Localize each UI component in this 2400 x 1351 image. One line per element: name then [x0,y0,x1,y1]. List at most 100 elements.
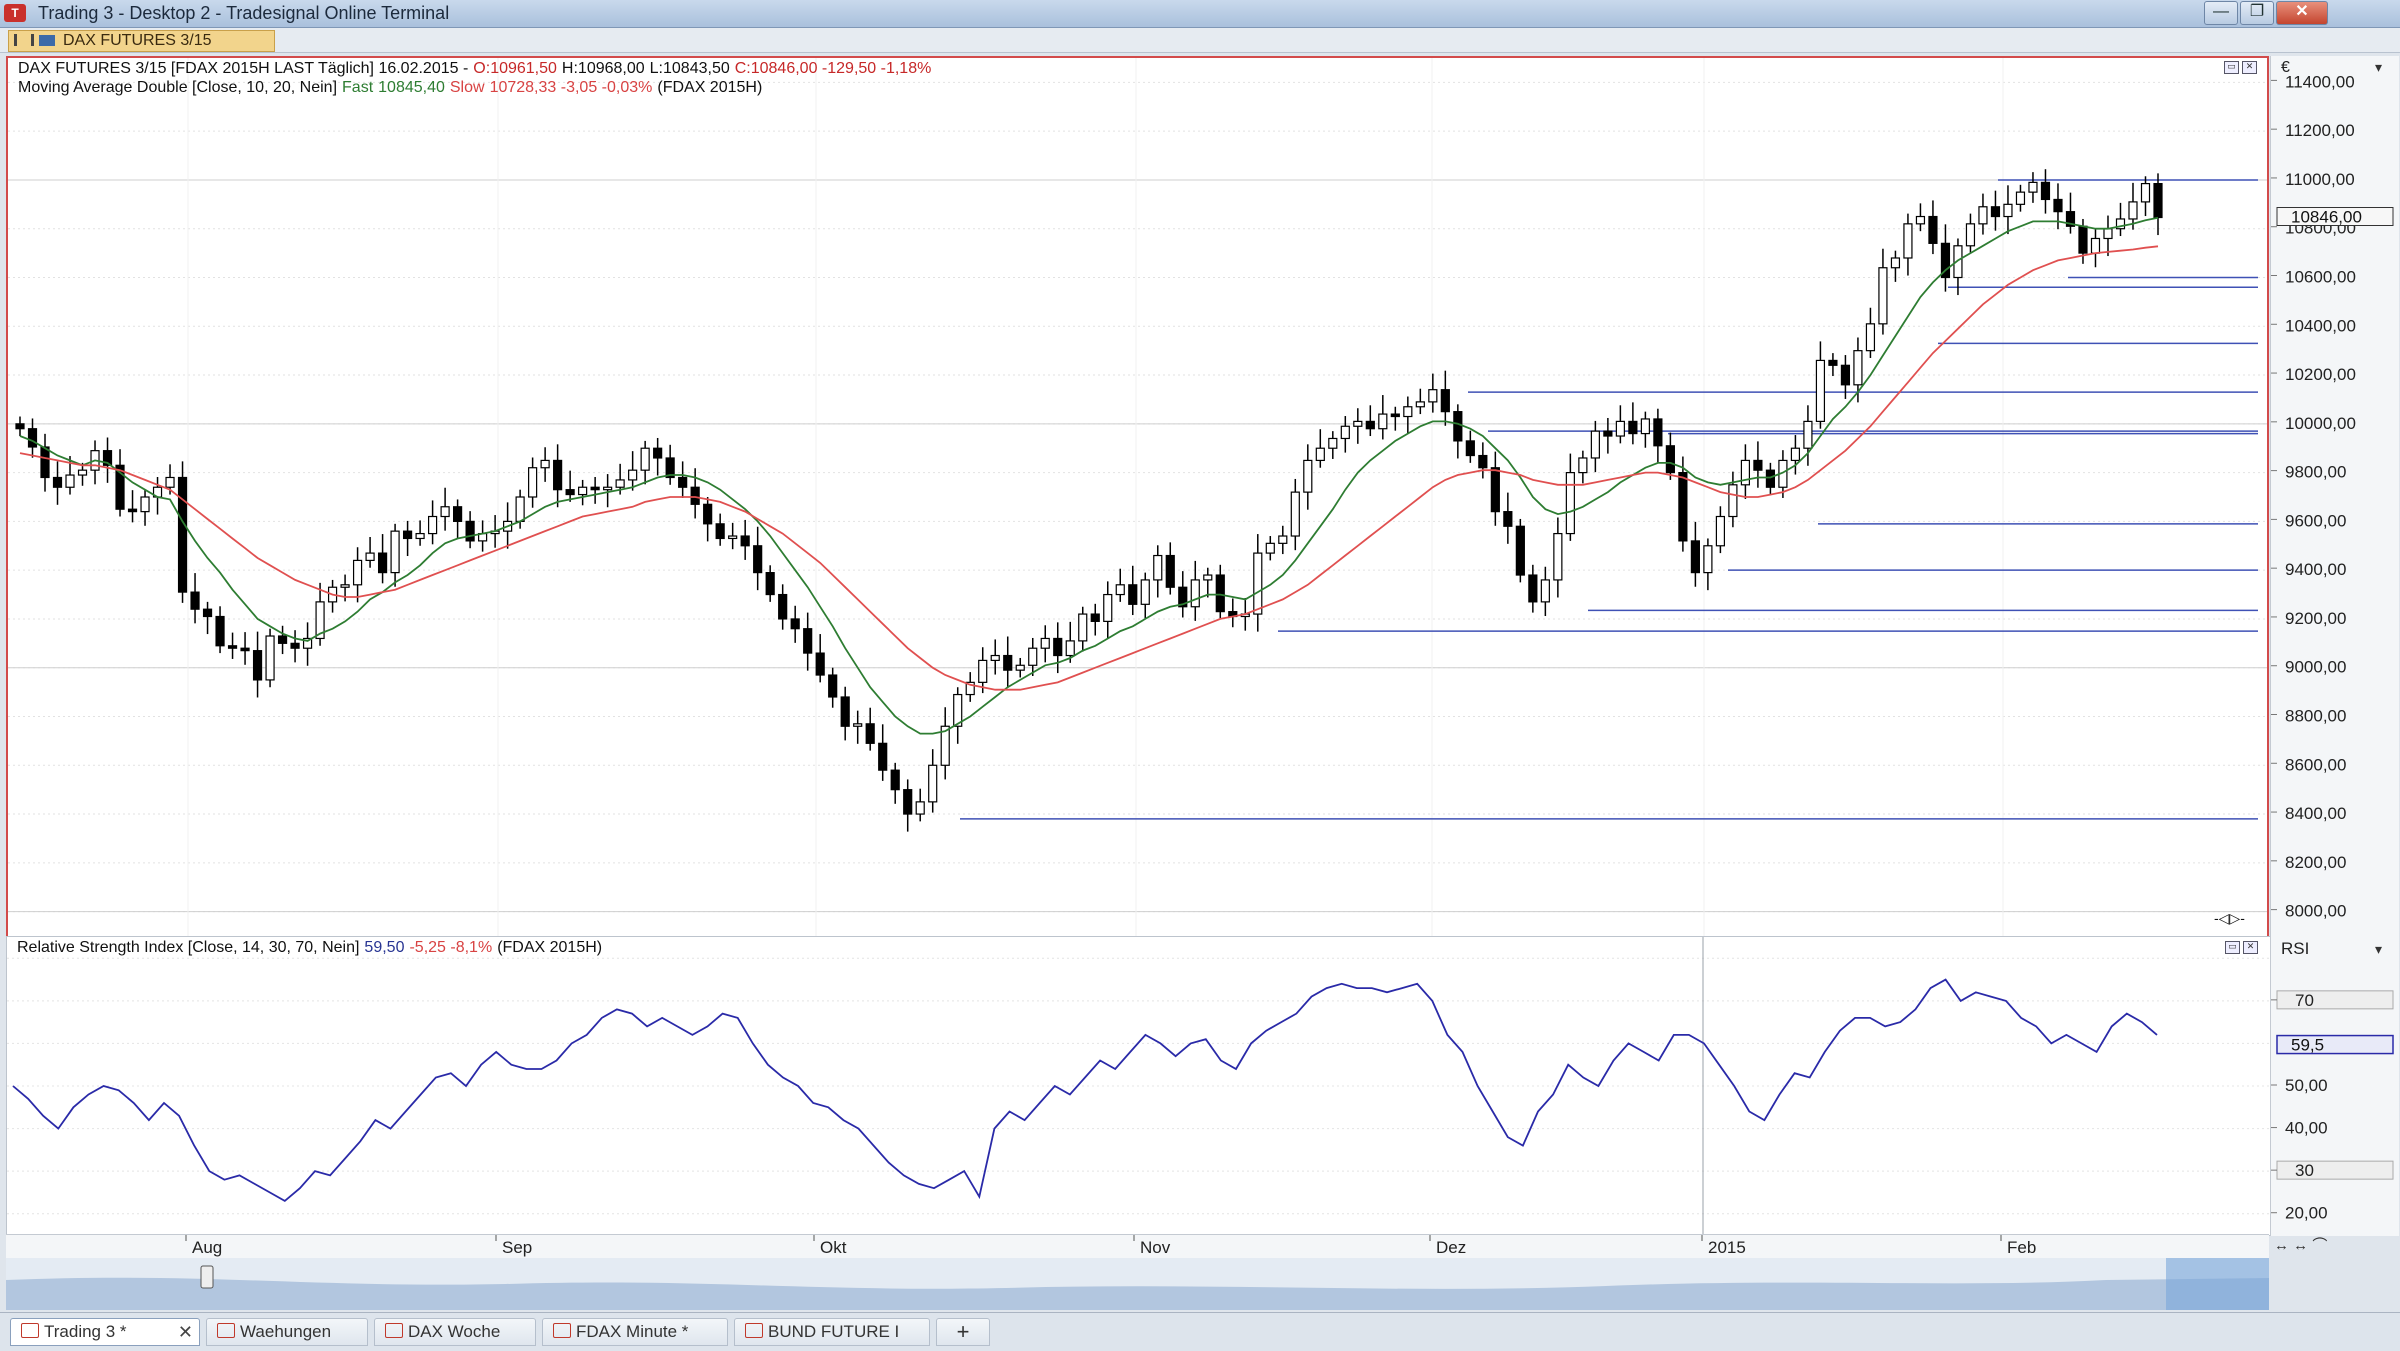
candle-up [1428,389,1438,403]
candle-down [1090,613,1100,622]
rsi-pane[interactable]: Relative Strength Index [Close, 14, 30, … [6,936,2271,1236]
candle-up [1353,420,1363,427]
candle-down [1215,574,1225,613]
price-chart [8,58,2267,936]
candle-up [427,515,438,535]
pane-maximize-icon[interactable]: ▭ [2224,61,2239,74]
candle-down [828,674,838,698]
time-tick-label: 2015 [1708,1238,1746,1257]
ma-fast-label: Fast [342,79,374,96]
candle-down [715,523,725,540]
candle-up [2140,183,2151,203]
time-axis[interactable]: Aug Sep Okt Nov Dez 2015 Feb [6,1234,2269,1259]
ma-slow-label: Slow [449,79,485,96]
rsi-legend-source: (FDAX 2015H) [497,939,603,956]
navigator-overview [6,1258,2269,1310]
candle-down [1390,413,1400,418]
candle-down [15,423,25,430]
candle-up [1378,413,1388,430]
rsi-legend: Relative Strength Index [Close, 14, 30, … [17,939,607,957]
symbol-tab-label: DAX FUTURES 3/15 [63,32,212,49]
candle-up [1415,401,1425,408]
current-price-label: 10846,00 [2291,208,2362,227]
candle-up [1915,215,1926,225]
candle-down [465,520,475,542]
candle-up [578,486,588,496]
candle-down [765,572,775,596]
candle-down [252,650,263,681]
tab-dax-woche[interactable]: DAX Woche [374,1318,536,1346]
tab-trading-3[interactable]: Trading 3 * ✕ [10,1318,200,1346]
tab-fdax-minute[interactable]: FDAX Minute * [542,1318,728,1346]
tab-waehungen-label: Waehungen [240,1322,332,1341]
tab-bund-future-label: BUND FUTURE I [768,1322,900,1341]
candle-down [690,486,700,505]
candle-down [1990,206,2001,218]
candle-down [815,652,825,676]
scroll-marker[interactable]: -◁▷- [2214,910,2245,927]
candle-down [778,593,788,620]
candle-up [1615,420,1625,437]
price-legend-low: L:10843,50 [649,60,730,77]
price-axis-labels: € ▾11400,0011200,0011000,0010800,0010600,… [2271,59,2394,921]
price-legend-instrument: DAX FUTURES 3/15 [FDAX 2015H LAST Täglic… [18,60,469,77]
candle-down [290,642,300,649]
candle-down [790,618,800,630]
app-icon: T [4,4,26,22]
restore-button[interactable]: ❐ [2240,1,2274,25]
tab-waehungen[interactable]: Waehungen [206,1318,368,1346]
rsi-tick-label: 30 [2295,1161,2314,1180]
chart-navigator[interactable] [6,1258,2269,1310]
candle-up [1728,484,1738,518]
candle-up [1965,223,1976,247]
candle-up [915,801,925,815]
candle-down [1690,540,1700,574]
price-legend-high: H:10968,00 [561,60,645,77]
candle-down [740,535,750,547]
rsi-close-icon[interactable]: ✕ [2243,941,2258,954]
price-tick-label: 10600,00 [2285,268,2356,287]
candle-down [27,428,38,448]
close-button[interactable]: ✕ [2276,1,2328,25]
candle-up [140,496,150,513]
candle-up [1790,447,1801,462]
candle-up [1078,613,1088,642]
rsi-maximize-icon[interactable]: ▭ [2225,941,2240,954]
symbol-tab[interactable]: DAX FUTURES 3/15 [8,30,275,52]
navigator-handle[interactable] [200,1265,214,1289]
candle-up [728,535,738,540]
candle-up [853,723,863,727]
candle-up [1328,437,1338,449]
candle-up [1265,542,1275,554]
rsi-legend-change: -5,25 -8,1% [409,939,493,956]
candle-down [703,503,713,525]
candle-down [878,742,888,771]
tab-trading-3-label: Trading 3 * [44,1322,127,1341]
price-chart-pane[interactable]: DAX FUTURES 3/15 [FDAX 2015H LAST Täglic… [6,56,2269,938]
candle-down [1490,467,1500,513]
tab-close-icon[interactable]: ✕ [178,1319,193,1345]
candle-down [177,476,188,593]
price-axis[interactable]: € ▾ 11400,00 11200,00 11000,00 10800,00 10600,… [2270,56,2399,938]
candle-down [402,530,413,540]
candle-up [1103,593,1113,622]
candle-down [202,608,213,618]
candle-down [1928,215,1938,244]
price-tick-label: 11400,00 [2285,72,2355,91]
rsi-tick-label: 40,00 [2285,1119,2328,1138]
price-tick-label: 8400,00 [2285,804,2346,823]
price-tick-label: 11200,00 [2285,121,2355,140]
candle-down [1478,454,1488,469]
candle-up [390,530,400,574]
minimize-button[interactable]: — [2204,1,2238,25]
candle-up [1803,420,1813,449]
time-axis-controls[interactable]: ↔ ↔ ⌒ [2274,1234,2396,1258]
candle-up [2028,181,2038,193]
candle-up [77,469,88,476]
candle-up [1978,206,1988,225]
candle-down [753,545,763,574]
add-tab-button[interactable]: + [936,1318,990,1346]
rsi-axis[interactable]: RSI ▾ 70 50,00 40,00 30 20,00 59,5 [2270,936,2399,1236]
pane-close-icon[interactable]: ✕ [2242,61,2257,74]
tab-bund-future[interactable]: BUND FUTURE I [734,1318,930,1346]
